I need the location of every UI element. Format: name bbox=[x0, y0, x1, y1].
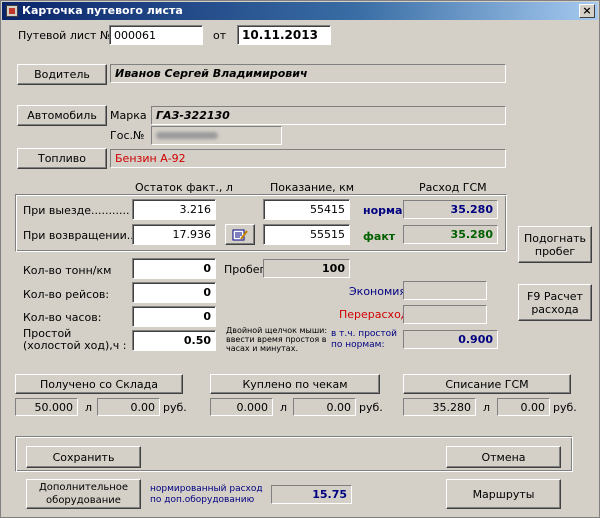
receipts-button[interactable]: Куплено по чекам bbox=[210, 374, 380, 394]
stock-liters-field: 50.000 bbox=[15, 398, 78, 416]
from-label: от bbox=[213, 29, 227, 42]
writeoff-l-label: л bbox=[483, 401, 491, 414]
hint-line2: ввести время простоя в bbox=[226, 335, 327, 344]
idle-label: Простой (холостой ход),ч : bbox=[23, 328, 126, 352]
receipts-rub-field: 0.00 bbox=[293, 398, 356, 416]
routes-button[interactable]: Маршруты bbox=[446, 479, 561, 509]
stock-l-label: л bbox=[85, 401, 93, 414]
plate-blurred bbox=[156, 132, 218, 139]
hours-input[interactable]: 0 bbox=[132, 306, 216, 327]
return-reading-input[interactable]: 55515 bbox=[263, 224, 350, 245]
idle-norm-label: в т.ч. простой по нормам: bbox=[331, 329, 397, 351]
economy-label: Экономия bbox=[349, 285, 407, 298]
stock-rub-label: руб. bbox=[163, 401, 187, 414]
receipts-liters-field: 0.000 bbox=[210, 398, 273, 416]
departure-rest-input[interactable]: 3.216 bbox=[132, 199, 216, 220]
overspend-field bbox=[403, 305, 487, 324]
return-label: При возвращении.... bbox=[23, 229, 141, 242]
app-icon bbox=[6, 5, 18, 17]
trips-label: Кол-во рейсов: bbox=[23, 288, 110, 301]
fuel-button[interactable]: Топливо bbox=[17, 148, 107, 169]
extra-norm-line1: нормированный расход bbox=[150, 484, 263, 494]
calc-consumption-button[interactable]: F9 Расчет расхода bbox=[518, 284, 592, 321]
plate-label: Гос.№ bbox=[110, 129, 145, 142]
overspend-label: Перерасход bbox=[339, 308, 409, 321]
hint-line1: Двойной щелчок мыши: bbox=[226, 326, 328, 335]
waybill-card-window: Карточка путевого листа × Путевой лист №… bbox=[0, 0, 600, 518]
departure-reading-input[interactable]: 55415 bbox=[263, 199, 350, 220]
notepad-edit-icon bbox=[232, 229, 248, 240]
fact-tag: факт bbox=[363, 230, 396, 243]
writeoff-button[interactable]: Списание ГСМ bbox=[403, 374, 571, 394]
hint-line3: часах и минутах. bbox=[226, 344, 298, 353]
driver-field: Иванов Сергей Владимирович bbox=[110, 64, 506, 83]
norm-tag: норма bbox=[363, 204, 403, 217]
extra-norm-line2: по доп.оборудованию bbox=[150, 495, 255, 505]
idle-label-line2: (холостой ход),ч : bbox=[23, 339, 127, 352]
extra-equipment-button[interactable]: Дополнительное оборудование bbox=[26, 479, 141, 509]
date-input[interactable]: 10.11.2013 bbox=[237, 25, 331, 45]
fuel-field: Бензин А-92 bbox=[110, 149, 506, 168]
idle-norm-field: 0.900 bbox=[403, 330, 498, 349]
save-button[interactable]: Сохранить bbox=[26, 446, 141, 468]
tons-label: Кол-во тонн/км bbox=[23, 264, 112, 277]
waybill-label: Путевой лист № bbox=[18, 29, 112, 42]
hours-label: Кол-во часов: bbox=[23, 311, 102, 324]
idle-hint: Двойной щелчок мыши: ввести время просто… bbox=[226, 326, 327, 353]
writeoff-rub-field: 0.00 bbox=[497, 398, 550, 416]
col-reading-label: Показание, км bbox=[270, 181, 355, 194]
extra-norm-field: 15.75 bbox=[271, 485, 352, 504]
driver-button[interactable]: Водитель bbox=[17, 64, 107, 85]
adjust-mileage-button[interactable]: Подогнать пробег bbox=[518, 226, 592, 263]
idle-norm-line2: по нормам: bbox=[331, 340, 385, 350]
window-title: Карточка путевого листа bbox=[22, 4, 183, 17]
col-rest-label: Остаток факт., л bbox=[135, 181, 233, 194]
writeoff-liters-field: 35.280 bbox=[403, 398, 476, 416]
cancel-button[interactable]: Отмена bbox=[446, 446, 561, 468]
mileage-field: 100 bbox=[263, 259, 350, 278]
extra-norm-label: нормированный расход по доп.оборудованию bbox=[150, 484, 263, 506]
plate-field bbox=[151, 126, 282, 145]
title-bar: Карточка путевого листа × bbox=[2, 2, 598, 20]
writeoff-rub-label: руб. bbox=[553, 401, 577, 414]
economy-field bbox=[403, 281, 487, 300]
receipts-l-label: л bbox=[280, 401, 288, 414]
departure-label: При выезде........... bbox=[23, 204, 130, 217]
trips-input[interactable]: 0 bbox=[132, 282, 216, 303]
norm-consumption-field: 35.280 bbox=[403, 200, 498, 219]
edit-rest-button[interactable] bbox=[225, 224, 255, 245]
col-consumption-label: Расход ГСМ bbox=[419, 181, 487, 194]
idle-norm-line1: в т.ч. простой bbox=[331, 329, 397, 339]
waybill-number-input[interactable]: 000061 bbox=[109, 25, 203, 45]
close-button[interactable]: × bbox=[579, 4, 595, 18]
car-button[interactable]: Автомобиль bbox=[17, 105, 107, 126]
fact-consumption-field: 35.280 bbox=[403, 225, 498, 244]
stock-button[interactable]: Получено со Склада bbox=[15, 374, 183, 394]
tons-input[interactable]: 0 bbox=[132, 258, 216, 279]
return-rest-input[interactable]: 17.936 bbox=[132, 224, 216, 245]
receipts-rub-label: руб. bbox=[359, 401, 383, 414]
mileage-label: Пробег bbox=[224, 263, 266, 276]
idle-input[interactable]: 0.50 bbox=[132, 330, 216, 351]
brand-field: ГАЗ-322130 bbox=[151, 106, 506, 125]
brand-label: Марка bbox=[110, 109, 147, 122]
stock-rub-field: 0.00 bbox=[97, 398, 160, 416]
